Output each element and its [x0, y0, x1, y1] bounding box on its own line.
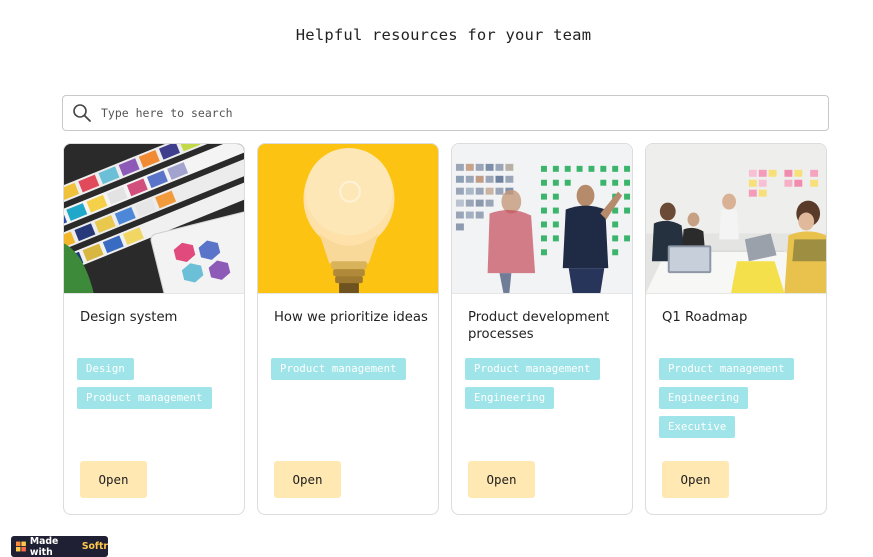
softr-logo-icon	[16, 541, 26, 552]
tag: Product management	[77, 387, 212, 409]
card-image-color-swatches	[64, 144, 244, 294]
tag: Executive	[659, 416, 736, 438]
open-button[interactable]: Open	[662, 461, 729, 498]
softr-brand-label: Softr	[81, 541, 108, 552]
tag: Design	[77, 358, 134, 380]
tag-list: Product management Engineering	[465, 358, 630, 416]
tag: Product management	[659, 358, 794, 380]
card-title: How we prioritize ideas	[274, 310, 428, 325]
resource-card[interactable]: Q1 Roadmap Product management Engineerin…	[645, 143, 827, 515]
card-image-light-bulb	[258, 144, 438, 294]
made-with-softr-badge[interactable]: Made with Softr	[11, 536, 108, 557]
tag-list: Product management Engineering Executive	[659, 358, 824, 445]
card-title: Design system	[80, 310, 178, 325]
made-with-label: Made with	[29, 535, 59, 557]
open-button[interactable]: Open	[468, 461, 535, 498]
card-title: Product development processes	[468, 310, 610, 342]
card-image-planning-wall	[452, 144, 632, 294]
open-button[interactable]: Open	[274, 461, 341, 498]
tag-list: Design Product management	[77, 358, 242, 416]
page-title: Helpful resources for your team	[295, 26, 592, 44]
tag: Product management	[465, 358, 600, 380]
card-image-team-meeting	[646, 144, 826, 294]
tag: Engineering	[465, 387, 555, 409]
card-title: Q1 Roadmap	[662, 310, 748, 325]
search-input[interactable]	[101, 106, 801, 120]
tag-list: Product management	[271, 358, 436, 387]
search-icon	[73, 104, 91, 122]
resource-card[interactable]: Product development processes Product ma…	[451, 143, 633, 515]
resource-card[interactable]: Design system Design Product management …	[63, 143, 245, 515]
tag: Engineering	[659, 387, 749, 409]
tag: Product management	[271, 358, 406, 380]
resource-cards: Design system Design Product management …	[63, 143, 829, 515]
search-bar[interactable]	[62, 95, 829, 131]
resource-card[interactable]: How we prioritize ideas Product manageme…	[257, 143, 439, 515]
open-button[interactable]: Open	[80, 461, 147, 498]
